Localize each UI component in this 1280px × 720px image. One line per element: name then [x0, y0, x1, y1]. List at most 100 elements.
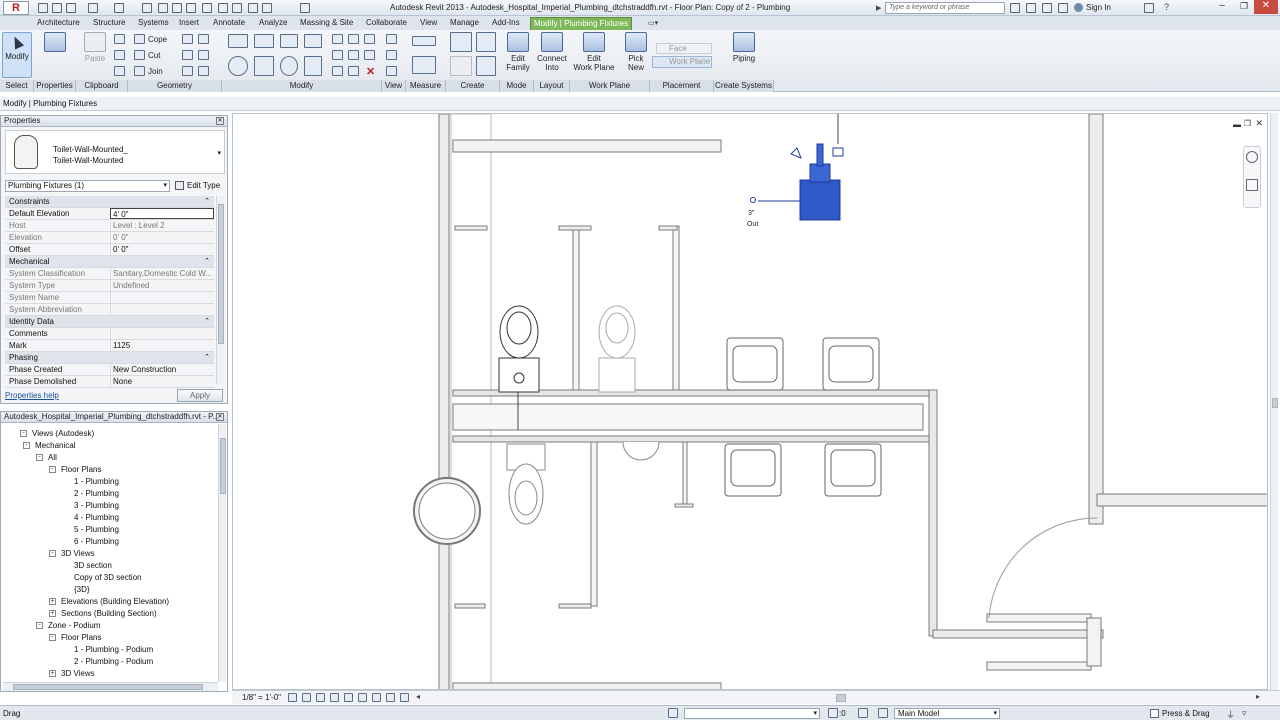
- type-dropdown-icon[interactable]: ▾: [217, 149, 221, 157]
- cut-scissors-icon[interactable]: [114, 34, 125, 44]
- visual-style-icon[interactable]: [302, 693, 311, 702]
- measure-tool-icon[interactable]: [412, 36, 436, 46]
- wall-right-horizontal[interactable]: [1096, 493, 1268, 507]
- workset-select[interactable]: ▾: [684, 708, 820, 719]
- property-value[interactable]: New Construction: [110, 364, 214, 375]
- exclude-options-icon[interactable]: [878, 708, 888, 718]
- tab-systems[interactable]: Systems: [135, 17, 172, 30]
- cut-button[interactable]: Cut: [148, 51, 160, 60]
- zoom-icon[interactable]: [1246, 179, 1258, 191]
- property-row[interactable]: System Abbreviation: [5, 304, 214, 316]
- filter-icon[interactable]: ⏚: [1226, 708, 1235, 720]
- restore-icon[interactable]: ❐: [1234, 1, 1254, 14]
- wall-stall-back-lower[interactable]: [452, 435, 936, 443]
- thin-lines-icon[interactable]: [232, 3, 242, 13]
- collapse-group-icon[interactable]: ⌃: [204, 316, 210, 327]
- floor-plan-drawing[interactable]: 3" Out: [233, 114, 1268, 690]
- edit-work-plane-button[interactable]: Edit Work Plane: [572, 32, 616, 72]
- property-row[interactable]: Host Level : Level 2: [5, 220, 214, 232]
- instance-filter-select[interactable]: Plumbing Fixtures (1) ▾: [5, 180, 170, 192]
- copy-element-icon[interactable]: [254, 56, 274, 76]
- tree-node[interactable]: Views (Autodesk): [32, 429, 94, 438]
- worksets-icon[interactable]: [668, 708, 678, 718]
- edit-family-button[interactable]: Edit Family: [504, 32, 532, 72]
- move-icon[interactable]: [228, 56, 248, 76]
- save-icon[interactable]: [52, 3, 62, 13]
- property-row[interactable]: Offset 0' 0": [5, 244, 214, 256]
- property-row[interactable]: System Name: [5, 292, 214, 304]
- tree-node[interactable]: 4 - Plumbing: [74, 513, 119, 522]
- view-minimize-icon[interactable]: ▬: [1233, 120, 1241, 129]
- measure-icon[interactable]: [142, 3, 152, 13]
- sync-icon[interactable]: [66, 3, 76, 13]
- tree-node[interactable]: All: [48, 453, 57, 462]
- tree-node[interactable]: 3 - Plumbing: [74, 501, 119, 510]
- face-placement-button[interactable]: Face: [656, 43, 712, 54]
- property-row[interactable]: Mark 1125: [5, 340, 214, 352]
- property-row[interactable]: System Classification Sanitary,Domestic C…: [5, 268, 214, 280]
- drawing-area[interactable]: 3" Out ▬ ❐ ✕: [232, 113, 1268, 690]
- tab-structure[interactable]: Structure: [90, 17, 128, 30]
- tab-manage[interactable]: Manage: [447, 17, 482, 30]
- property-row[interactable]: Phase Demolished None: [5, 376, 214, 388]
- tab-add-ins[interactable]: Add-Ins: [489, 17, 523, 30]
- view-close-icon[interactable]: ✕: [1255, 118, 1263, 129]
- wall-lower-right[interactable]: [932, 629, 1104, 639]
- wall-right-lower[interactable]: [928, 389, 938, 637]
- collapse-node-icon[interactable]: -: [49, 466, 56, 473]
- switch-windows-icon[interactable]: [262, 3, 272, 13]
- temp-hide-icon[interactable]: [372, 693, 381, 702]
- tab-collaborate[interactable]: Collaborate: [363, 17, 410, 30]
- scale-icon[interactable]: [332, 66, 343, 76]
- trim-extend-icon[interactable]: [304, 56, 322, 76]
- split-gap-icon[interactable]: [364, 34, 375, 44]
- property-group-header[interactable]: Phasing ⌃: [5, 352, 214, 364]
- tree-node[interactable]: Floor Plans: [61, 633, 101, 642]
- collapse-node-icon[interactable]: -: [36, 454, 43, 461]
- property-row[interactable]: Elevation 0' 0": [5, 232, 214, 244]
- paste-button[interactable]: Paste: [82, 32, 108, 63]
- collapse-node-icon[interactable]: -: [20, 430, 27, 437]
- rotate-icon[interactable]: [280, 56, 298, 76]
- collapse-node-icon[interactable]: -: [49, 550, 56, 557]
- tree-node[interactable]: 2 - Plumbing: [74, 489, 119, 498]
- tab-insert[interactable]: Insert: [176, 17, 202, 30]
- view-restore-icon[interactable]: ❐: [1244, 119, 1251, 128]
- edit-type-button[interactable]: Edit Type: [174, 179, 220, 193]
- remove-paint-icon[interactable]: [198, 50, 209, 60]
- favorites-icon[interactable]: [1058, 3, 1068, 13]
- show-crop-icon[interactable]: [358, 693, 367, 702]
- collapse-group-icon[interactable]: ⌃: [204, 256, 210, 267]
- communication-icon[interactable]: [1042, 3, 1052, 13]
- extend-single-icon[interactable]: [364, 50, 375, 60]
- property-value[interactable]: 1125: [110, 340, 214, 351]
- browser-horizontal-scrollbar[interactable]: [3, 682, 218, 691]
- redo-icon[interactable]: [114, 3, 124, 13]
- apply-button[interactable]: Apply: [177, 389, 223, 402]
- work-plane-placement-button[interactable]: Work Plane: [652, 56, 712, 68]
- demolish-icon[interactable]: [198, 34, 209, 44]
- property-value[interactable]: Level : Level 2: [110, 220, 214, 231]
- override-graphics-icon[interactable]: [386, 34, 397, 44]
- connect-into-button[interactable]: Connect Into: [536, 32, 568, 72]
- scroll-left-icon[interactable]: ◂: [416, 692, 420, 701]
- panel-select-label[interactable]: Select: [0, 80, 34, 92]
- 3d-view-icon[interactable]: [202, 3, 212, 13]
- detail-level-icon[interactable]: [288, 693, 297, 702]
- tree-node[interactable]: 1 - Plumbing - Podium: [74, 645, 153, 654]
- flip-control-icon[interactable]: [790, 147, 802, 159]
- tab-modify-plumbing-fixtures[interactable]: Modify | Plumbing Fixtures: [530, 17, 633, 30]
- customize-qat-icon[interactable]: [300, 3, 310, 13]
- property-group-header[interactable]: Identity Data ⌃: [5, 316, 214, 328]
- scroll-right-icon[interactable]: ▸: [1256, 692, 1260, 701]
- pick-new-button[interactable]: Pick New: [622, 32, 650, 72]
- binoculars-icon[interactable]: [1010, 3, 1020, 13]
- minimize-icon[interactable]: –: [1210, 0, 1234, 14]
- wall-left[interactable]: [438, 114, 450, 690]
- subscription-icon[interactable]: [1026, 3, 1036, 13]
- help-icon[interactable]: ?: [1164, 2, 1169, 12]
- collapse-node-icon[interactable]: -: [49, 634, 56, 641]
- trim-multiple-icon[interactable]: [348, 66, 359, 76]
- shadows-icon[interactable]: [330, 693, 339, 702]
- property-value[interactable]: [110, 292, 214, 303]
